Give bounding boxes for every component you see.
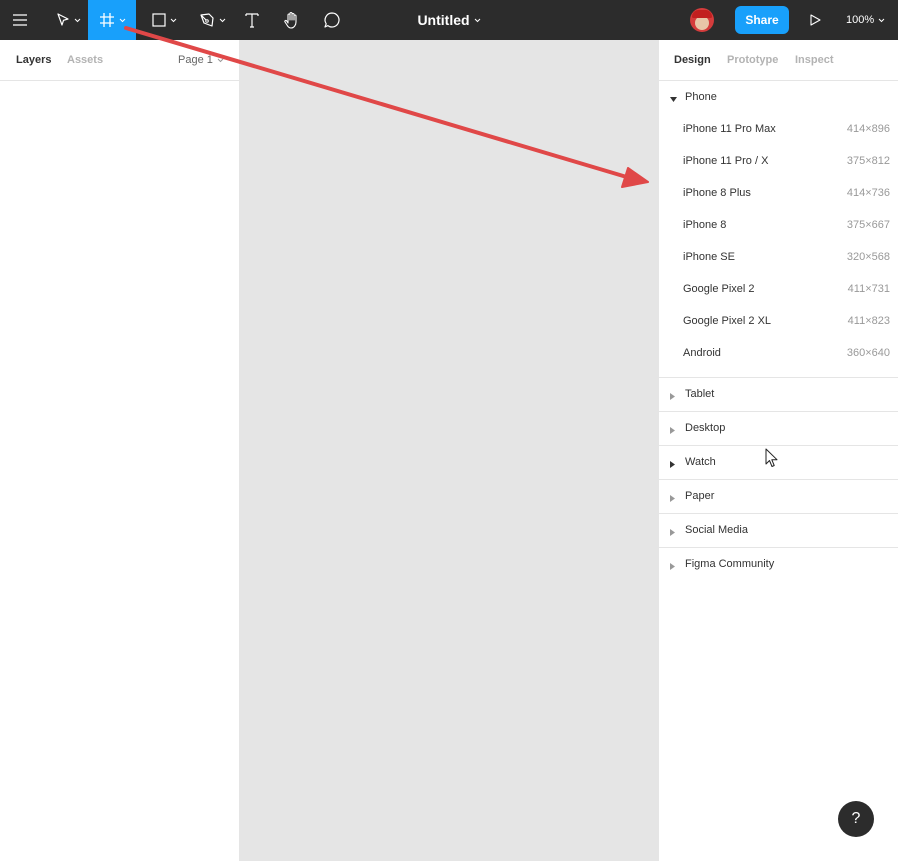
category-label: Phone <box>685 91 717 103</box>
frame-category-figma-community[interactable]: Figma Community <box>659 548 898 581</box>
left-panel: Layers Assets Page 1 <box>0 40 240 861</box>
main-menu-button[interactable] <box>0 0 40 40</box>
chevron-down-icon <box>217 54 224 66</box>
frame-tool-button[interactable] <box>88 0 136 40</box>
chevron-down-icon <box>878 14 885 26</box>
page-selector-label: Page 1 <box>178 54 213 66</box>
device-name: iPhone SE <box>683 251 735 263</box>
frame-icon <box>99 12 115 28</box>
move-cursor-icon <box>56 13 70 27</box>
page-selector[interactable]: Page 1 <box>178 54 224 66</box>
pen-icon <box>199 12 215 28</box>
device-size: 411×731 <box>847 283 890 295</box>
hamburger-menu-icon <box>12 14 28 26</box>
phone-device-list: iPhone 11 Pro Max 414×896 iPhone 11 Pro /… <box>659 113 898 369</box>
triangle-right-icon <box>670 561 676 573</box>
category-label: Paper <box>685 490 715 502</box>
device-preset[interactable]: iPhone 8 375×667 <box>659 209 898 241</box>
category-label: Desktop <box>685 422 726 434</box>
hand-tool-button[interactable] <box>276 0 308 40</box>
rectangle-icon <box>151 13 166 27</box>
device-size: 360×640 <box>846 347 890 359</box>
canvas[interactable] <box>240 40 658 861</box>
device-size: 375×667 <box>846 219 890 231</box>
comment-icon <box>323 11 341 29</box>
device-size: 320×568 <box>846 251 890 263</box>
move-tool-button[interactable] <box>48 0 88 40</box>
frame-category-desktop[interactable]: Desktop <box>659 412 898 445</box>
device-preset[interactable]: Google Pixel 2 XL 411×823 <box>659 305 898 337</box>
present-button[interactable] <box>800 0 830 40</box>
category-label: Tablet <box>685 388 715 400</box>
chevron-down-icon <box>474 18 481 23</box>
chevron-down-icon <box>74 18 81 23</box>
device-name: Google Pixel 2 XL <box>683 315 772 327</box>
device-size: 411×823 <box>847 315 890 327</box>
mouse-cursor-icon <box>765 448 778 473</box>
triangle-right-icon <box>670 459 676 471</box>
device-size: 414×896 <box>846 123 890 135</box>
help-button[interactable]: ? <box>838 801 874 837</box>
triangle-right-icon <box>670 425 676 437</box>
device-name: iPhone 11 Pro / X <box>683 155 769 167</box>
device-preset[interactable]: iPhone 8 Plus 414×736 <box>659 177 898 209</box>
shape-tool-button[interactable] <box>144 0 184 40</box>
text-icon <box>245 12 259 28</box>
tab-design[interactable]: Design <box>674 54 711 66</box>
device-name: iPhone 8 <box>683 219 727 231</box>
device-preset[interactable]: iPhone SE 320×568 <box>659 241 898 273</box>
zoom-value: 100% <box>846 14 875 26</box>
chevron-down-icon <box>219 18 226 23</box>
device-size: 414×736 <box>846 187 890 199</box>
pen-tool-button[interactable] <box>192 0 232 40</box>
chevron-down-icon <box>119 18 126 23</box>
triangle-down-icon <box>670 94 677 106</box>
device-size: 375×812 <box>846 155 890 167</box>
help-button-label: ? <box>851 810 861 827</box>
right-panel-tabs: Design Prototype Inspect <box>659 40 898 81</box>
triangle-right-icon <box>670 527 676 539</box>
category-label: Watch <box>685 456 716 468</box>
triangle-right-icon <box>670 493 676 505</box>
frame-category-paper[interactable]: Paper <box>659 480 898 513</box>
hand-icon <box>283 11 301 29</box>
device-preset[interactable]: Android 360×640 <box>659 337 898 369</box>
zoom-dropdown[interactable]: 100% <box>846 0 885 40</box>
device-preset[interactable]: iPhone 11 Pro Max 414×896 <box>659 113 898 145</box>
tab-layers[interactable]: Layers <box>16 54 51 66</box>
device-name: iPhone 8 Plus <box>683 187 751 199</box>
right-panel: Design Prototype Inspect Phone iPhone 11… <box>658 40 898 861</box>
tab-assets[interactable]: Assets <box>67 54 103 66</box>
file-title-text: Untitled <box>417 12 470 28</box>
device-name: Android <box>683 347 721 359</box>
frame-category-watch[interactable]: Watch <box>659 446 898 479</box>
device-preset[interactable]: iPhone 11 Pro / X 375×812 <box>659 145 898 177</box>
text-tool-button[interactable] <box>236 0 268 40</box>
device-name: iPhone 11 Pro Max <box>683 123 776 135</box>
avatar[interactable] <box>690 8 714 32</box>
category-label: Figma Community <box>685 558 775 570</box>
device-name: Google Pixel 2 <box>683 283 755 295</box>
device-preset[interactable]: Google Pixel 2 411×731 <box>659 273 898 305</box>
chevron-down-icon <box>170 18 177 23</box>
tab-inspect[interactable]: Inspect <box>795 54 834 66</box>
file-title[interactable]: Untitled <box>417 12 480 28</box>
category-label: Social Media <box>685 524 748 536</box>
left-panel-tabs: Layers Assets Page 1 <box>0 40 239 81</box>
play-icon <box>809 14 821 26</box>
toolbar: Untitled Share 100% <box>0 0 898 40</box>
share-button[interactable]: Share <box>735 6 789 34</box>
frame-category-phone[interactable]: Phone <box>659 81 898 113</box>
frame-category-tablet[interactable]: Tablet <box>659 378 898 411</box>
comment-tool-button[interactable] <box>316 0 348 40</box>
frame-category-social-media[interactable]: Social Media <box>659 514 898 547</box>
tab-prototype[interactable]: Prototype <box>727 54 778 66</box>
triangle-right-icon <box>670 391 676 403</box>
